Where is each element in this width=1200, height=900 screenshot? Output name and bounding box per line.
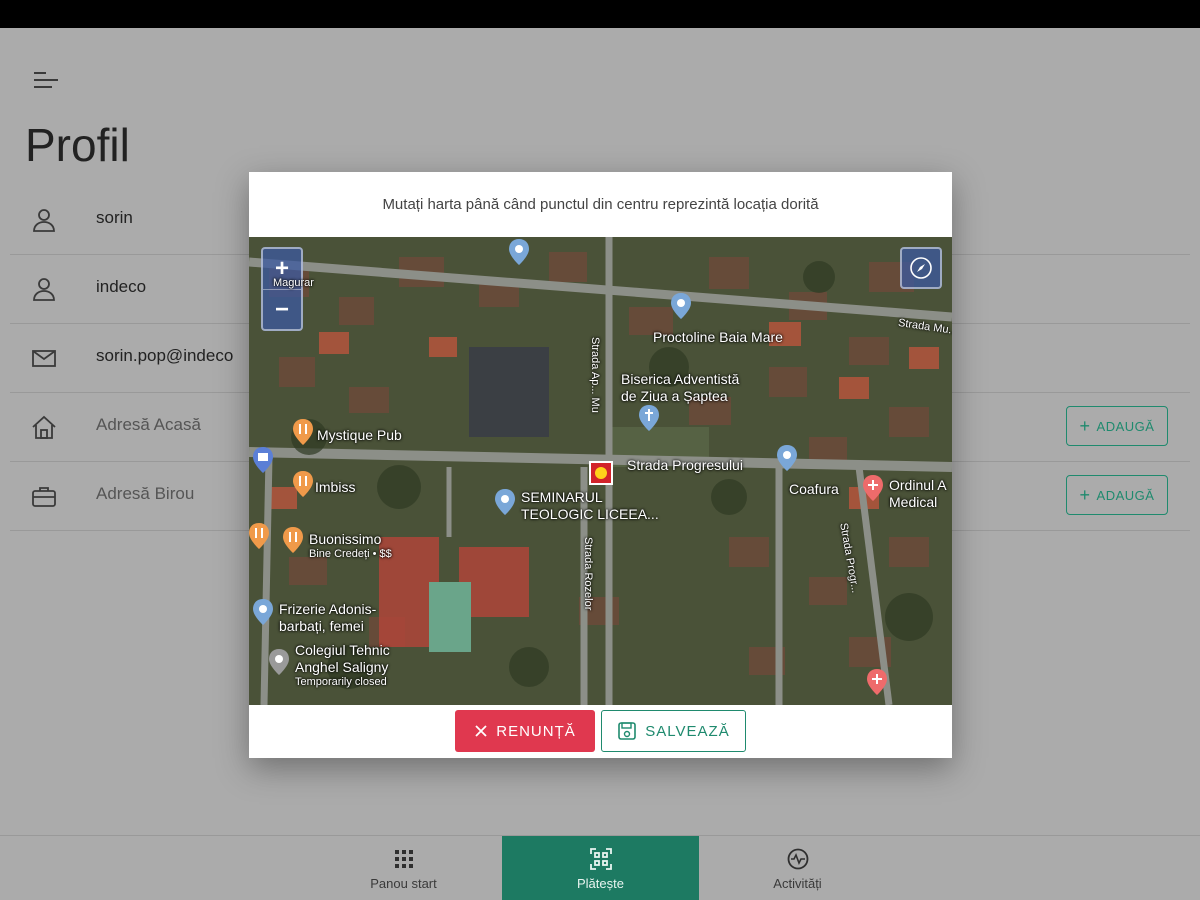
map-label: Imbiss	[315, 479, 356, 495]
bottom-nav: Panou start Plătește Activități	[0, 835, 1200, 900]
add-office-address-button[interactable]: + ADAUGĂ	[1066, 475, 1168, 515]
dialog-instruction: Mutați harta până când punctul din centr…	[382, 196, 819, 213]
home-icon	[30, 413, 58, 441]
compass-icon	[910, 257, 932, 279]
nav-item-dashboard-label: Panou start	[370, 875, 437, 891]
cancel-button[interactable]: RENUNȚĂ	[455, 710, 595, 752]
restaurant-pin-icon[interactable]	[283, 527, 303, 553]
email-text: sorin.pop@indeco	[96, 346, 234, 365]
add-home-address-label: ADAUGĂ	[1096, 418, 1155, 434]
status-bar	[0, 0, 1200, 28]
map-view[interactable]: + − Magurar Mystique Pub Imbiss Buonissi…	[249, 237, 952, 705]
zoom-out-button[interactable]: −	[263, 289, 301, 329]
map-label: Magurar	[273, 277, 314, 289]
school-pin-icon[interactable]	[495, 489, 515, 515]
map-label: barbați, femei	[279, 618, 364, 634]
plus-icon: +	[1079, 416, 1091, 436]
map-label: Colegiul Tehnic	[295, 642, 390, 658]
briefcase-icon	[30, 482, 58, 510]
map-label: Mystique Pub	[317, 427, 402, 443]
add-office-address-label: ADAUGĂ	[1096, 487, 1155, 503]
medical-pin-icon[interactable]	[863, 475, 883, 501]
home-address-label: Adresă Acasă	[96, 415, 201, 434]
nav-item-pay-label: Plătește	[577, 875, 624, 891]
save-icon	[618, 722, 637, 740]
map-label: Strada Progresului	[627, 457, 743, 473]
nav-item-dashboard[interactable]: Panou start	[305, 836, 502, 900]
person-icon	[30, 206, 58, 234]
map-pin-icon[interactable]	[671, 293, 691, 319]
map-label: Proctoline Baia Mare	[653, 329, 783, 345]
map-label: Temporarily closed	[295, 676, 387, 688]
dialog-actions: RENUNȚĂ SALVEAZĂ	[249, 705, 952, 758]
map-label: Strada Ap... Mu	[589, 337, 601, 413]
close-icon	[475, 725, 487, 737]
map-label: Coafura	[789, 481, 839, 497]
company-text: indeco	[96, 277, 147, 296]
qr-scan-icon	[589, 847, 612, 870]
nav-item-activities-label: Activități	[773, 875, 822, 891]
username-text: sorin	[96, 208, 133, 227]
map-pin-icon[interactable]	[253, 599, 273, 625]
map-label: Bine Credeți • $$	[309, 548, 392, 560]
map-label: Buonissimo	[309, 531, 382, 547]
shop-pin-icon[interactable]	[253, 447, 273, 473]
medical-pin-icon[interactable]	[867, 669, 887, 695]
person-icon	[30, 275, 58, 303]
save-button[interactable]: SALVEAZĂ	[601, 710, 746, 752]
map-label: de Ziua a Șaptea	[621, 388, 728, 404]
center-location-marker	[589, 461, 613, 485]
plus-icon: +	[1079, 485, 1091, 505]
map-label: Anghel Saligny	[295, 659, 389, 675]
grid-icon	[394, 849, 413, 868]
page-title: Profil	[25, 119, 130, 171]
restaurant-pin-icon[interactable]	[293, 471, 313, 497]
church-pin-icon[interactable]	[639, 405, 659, 431]
nav-item-activities[interactable]: Activități	[699, 836, 896, 900]
activity-icon	[787, 848, 808, 869]
restaurant-pin-icon[interactable]	[249, 523, 269, 549]
office-address-label: Adresă Birou	[96, 484, 195, 503]
map-label: TEOLOGIC LICEEA...	[521, 506, 659, 522]
map-pin-icon[interactable]	[777, 445, 797, 471]
compass-button[interactable]	[900, 247, 942, 289]
map-pin-icon[interactable]	[509, 239, 529, 265]
school-pin-icon[interactable]	[269, 649, 289, 675]
restaurant-pin-icon[interactable]	[293, 419, 313, 445]
map-label: Medical	[889, 494, 938, 510]
nav-item-pay[interactable]: Plătește	[502, 836, 699, 900]
map-label: SEMINARUL	[521, 489, 603, 505]
menu-icon[interactable]	[34, 72, 58, 90]
cancel-button-label: RENUNȚĂ	[496, 722, 576, 740]
add-home-address-button[interactable]: + ADAUGĂ	[1066, 406, 1168, 446]
map-label: Ordinul A	[889, 477, 947, 493]
email-icon	[30, 344, 58, 372]
map-label: Biserica Adventistă	[621, 371, 740, 387]
map-label: Frizerie Adonis-	[279, 601, 377, 617]
zoom-control: + −	[261, 247, 303, 331]
map-label: Strada Rozelor	[582, 537, 594, 611]
location-picker-dialog: Mutați harta până când punctul din centr…	[249, 172, 952, 758]
save-button-label: SALVEAZĂ	[645, 722, 730, 740]
